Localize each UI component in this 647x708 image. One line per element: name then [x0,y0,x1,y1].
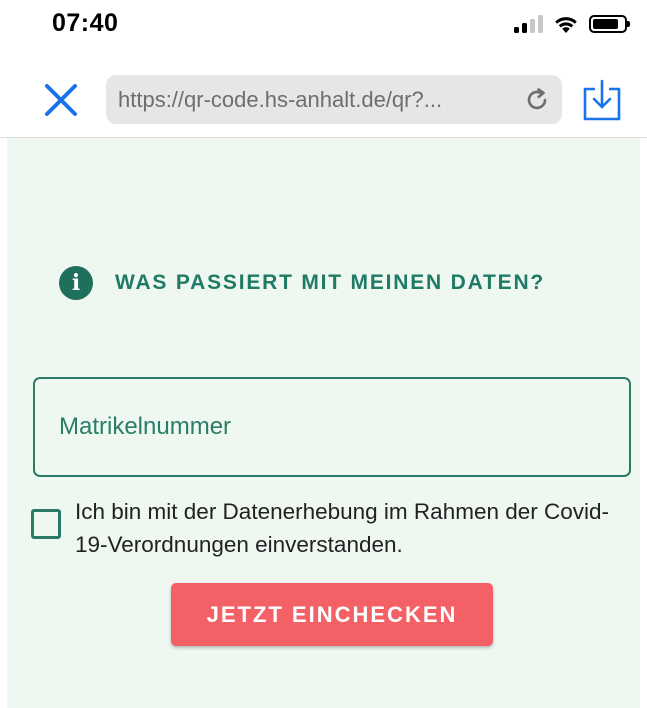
browser-toolbar: https://qr-code.hs-anhalt.de/qr?... [0,60,647,138]
consent-row: Ich bin mit der Datenerhebung im Rahmen … [31,495,631,561]
battery-icon [589,15,630,33]
status-bar: 07:40 [0,0,647,50]
consent-label: Ich bin mit der Datenerhebung im Rahmen … [75,499,610,557]
info-icon: i [59,266,93,300]
wifi-icon [555,17,577,33]
consent-checkbox[interactable] [31,509,61,539]
reload-icon[interactable] [522,85,552,115]
matrikelnummer-input[interactable] [33,377,631,477]
download-icon[interactable] [581,77,623,123]
status-time: 07:40 [52,9,119,37]
close-button[interactable] [40,79,82,121]
data-info-link[interactable]: i WAS PASSIERT MIT MEINEN DATEN? [59,266,545,300]
address-bar[interactable]: https://qr-code.hs-anhalt.de/qr?... [106,75,562,124]
checkin-button[interactable]: JETZT EINCHECKEN [171,583,493,646]
cellular-signal-icon [514,15,543,33]
checkin-page: i WAS PASSIERT MIT MEINEN DATEN? Ich bin… [7,138,640,708]
status-icons [514,12,630,36]
data-info-label: WAS PASSIERT MIT MEINEN DATEN? [115,271,546,294]
url-text: https://qr-code.hs-anhalt.de/qr?... [118,87,443,112]
close-icon [45,84,77,116]
